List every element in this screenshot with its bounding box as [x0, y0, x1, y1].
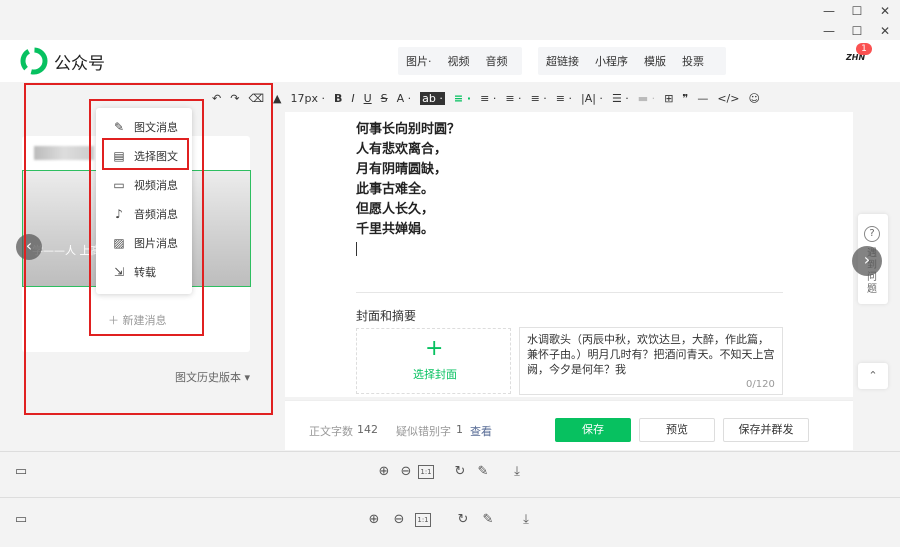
viewer-toolbar-2: [0, 497, 900, 547]
horizontal-line-icon[interactable]: —: [697, 92, 708, 105]
actual-size-icon[interactable]: 1:1: [415, 513, 431, 527]
quote-icon[interactable]: ❞: [682, 92, 688, 105]
poem-line: 何事长向别时圆？: [356, 122, 461, 137]
summary-text: 水调歌头（丙辰中秋，欢饮达旦，大醉，作此篇，兼怀子由。）明月几时有？把酒问青天。…: [527, 333, 775, 376]
notification-badge: 1: [856, 43, 872, 55]
code-icon[interactable]: </>: [717, 92, 739, 105]
panel-icon[interactable]: ▭: [12, 464, 30, 479]
close-button[interactable]: ✕: [873, 2, 897, 20]
title-bar: [0, 0, 900, 22]
background-color-icon[interactable]: ab ·: [420, 91, 445, 105]
strikethrough-icon[interactable]: S: [381, 92, 388, 105]
panel-icon[interactable]: ▭: [12, 512, 30, 527]
menu-video[interactable]: 视频: [440, 53, 478, 69]
cover-summary-title: 封面和摘要: [356, 309, 417, 323]
menu-vote[interactable]: 投票: [674, 53, 712, 69]
menu-template[interactable]: 模版: [636, 53, 674, 69]
emoji-icon[interactable]: ☺: [748, 92, 759, 105]
save-button[interactable]: 保存: [555, 418, 631, 442]
list-spacing-icon[interactable]: ≡ ·: [556, 92, 572, 105]
scroll-top-icon[interactable]: ⌃: [858, 363, 888, 389]
minimize-button-2[interactable]: —: [817, 22, 841, 40]
poem-line: 月有阴晴圆缺，: [356, 162, 448, 177]
plus-icon: +: [425, 336, 444, 361]
close-button-2[interactable]: ✕: [873, 22, 897, 40]
typo-count: 1: [456, 423, 463, 436]
brand-name: 公众号: [54, 54, 105, 74]
annotation-box-popup: [89, 99, 204, 336]
editor-toolbar: ↶ ↷ ⌫ ▲ 17px · B I U S A · ab · ≡ · ≡ · …: [212, 86, 900, 110]
menu-audio[interactable]: 音频: [478, 53, 516, 69]
eraser-icon[interactable]: ⌫: [248, 92, 264, 105]
menu-image[interactable]: 图片·: [398, 53, 440, 69]
align-icon[interactable]: ≡ ·: [454, 92, 471, 105]
help-icon: ?: [864, 226, 880, 242]
line-spacing-icon[interactable]: ≡ ·: [505, 92, 521, 105]
view-typos-link[interactable]: 查看: [470, 423, 492, 439]
underline-icon[interactable]: U: [364, 92, 372, 105]
paragraph-spacing-icon[interactable]: ≡ ·: [531, 92, 547, 105]
table-icon[interactable]: ⊞: [664, 92, 673, 105]
redo-icon[interactable]: ↷: [230, 92, 239, 105]
maximize-button-2[interactable]: ☐: [845, 22, 869, 40]
zoom-in-icon[interactable]: ⊕: [365, 512, 383, 527]
save-and-send-button[interactable]: 保存并群发: [723, 418, 809, 442]
poem-line: 人有悲欢离合，: [356, 142, 448, 157]
typo-label: 疑似错别字: [396, 425, 451, 438]
divider-icon[interactable]: ▬ ·: [638, 92, 655, 105]
rotate-icon[interactable]: ↻: [451, 464, 469, 479]
download-icon[interactable]: ⤓: [517, 512, 535, 527]
menu-miniprogram[interactable]: 小程序: [587, 53, 636, 69]
media-menu: 图片· 视频 音频: [398, 47, 522, 75]
indent-icon[interactable]: ≡ ·: [480, 92, 496, 105]
bullet-list-icon[interactable]: ☰ ·: [612, 92, 629, 105]
annotation-box-select: [102, 138, 189, 170]
font-color-icon[interactable]: A ·: [397, 92, 412, 105]
poem-line: 但愿人长久，: [356, 202, 435, 217]
avatar[interactable]: ZHN: [846, 53, 868, 69]
next-arrow-icon[interactable]: ›: [852, 246, 882, 276]
insert-menu: 超链接 小程序 模版 投票: [538, 47, 726, 75]
zoom-out-icon[interactable]: ⊖: [390, 512, 408, 527]
zoom-out-icon[interactable]: ⊖: [397, 464, 415, 479]
preview-button[interactable]: 预览: [639, 418, 715, 442]
edit-icon[interactable]: ✎: [479, 512, 497, 527]
summary-count: 0/120: [746, 379, 775, 390]
article-body[interactable]: 何事长向别时圆？ 人有悲欢离合， 月有阴晴圆缺， 此事古难全。 但愿人长久， 千…: [356, 120, 460, 240]
logo-icon: [20, 47, 48, 75]
rotate-icon[interactable]: ↻: [454, 512, 472, 527]
poem-line: 千里共婵娟。: [356, 222, 435, 237]
actual-size-icon[interactable]: 1:1: [418, 465, 434, 479]
minimize-button[interactable]: —: [817, 2, 841, 20]
bold-icon[interactable]: B: [334, 92, 342, 105]
undo-icon[interactable]: ↶: [212, 92, 221, 105]
zoom-in-icon[interactable]: ⊕: [375, 464, 393, 479]
select-cover-label: 选择封面: [413, 368, 457, 381]
letter-spacing-icon[interactable]: |A| ·: [581, 92, 603, 105]
maximize-button[interactable]: ☐: [845, 2, 869, 20]
italic-icon[interactable]: I: [351, 92, 354, 105]
edit-icon[interactable]: ✎: [474, 464, 492, 479]
word-count-label: 正文字数: [309, 425, 353, 438]
viewer-toolbar-1: [0, 451, 900, 495]
menu-hyperlink[interactable]: 超链接: [538, 53, 587, 69]
text-caret: [356, 242, 357, 256]
poem-line: 此事古难全。: [356, 182, 435, 197]
download-icon[interactable]: ⤓: [508, 464, 526, 479]
section-divider: [356, 292, 783, 293]
font-size-select[interactable]: 17px ·: [290, 92, 324, 105]
word-count-value: 142: [357, 423, 378, 436]
format-brush-icon[interactable]: ▲: [273, 92, 281, 105]
